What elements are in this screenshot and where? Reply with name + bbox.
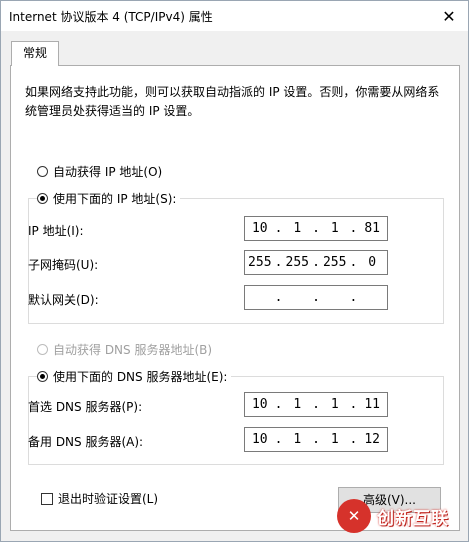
octet: 12 [364, 432, 381, 447]
octet: 1 [330, 432, 339, 447]
octet: 11 [364, 397, 381, 412]
window-title: Internet 协议版本 4 (TCP/IPv4) 属性 [9, 10, 213, 24]
dot-separator: . [349, 432, 358, 447]
octet: 1 [293, 221, 302, 236]
dot-separator: . [349, 255, 358, 270]
alternate-dns-input[interactable]: 10. 1. 1. 12 [244, 427, 388, 452]
preferred-dns-label: 首选 DNS 服务器(P): [28, 400, 143, 414]
radio-checked-icon [37, 371, 48, 382]
watermark-logo-icon: ✕ [337, 499, 371, 533]
dot-separator: . [274, 397, 283, 412]
octet: 81 [364, 221, 381, 236]
dot-separator: . [312, 290, 320, 305]
dot-separator: . [312, 221, 320, 236]
validate-on-exit-label: 退出时验证设置(L) [58, 492, 159, 506]
watermark: ✕ 创新互联 [337, 497, 465, 535]
preferred-dns-input[interactable]: 10. 1. 1. 11 [244, 392, 388, 417]
title-bar: Internet 协议版本 4 (TCP/IPv4) 属性 ✕ [1, 1, 468, 31]
default-gateway-label: 默认网关(D): [28, 293, 99, 307]
ip-address-input[interactable]: 10. 1. 1. 81 [244, 216, 388, 241]
octet: 1 [330, 397, 339, 412]
dot-separator: . [274, 221, 283, 236]
dot-separator: . [274, 255, 283, 270]
dot-separator: . [312, 432, 320, 447]
radio-icon [37, 166, 48, 177]
octet: 255 [322, 255, 347, 270]
alternate-dns-label: 备用 DNS 服务器(A): [28, 435, 144, 449]
checkbox-icon [41, 492, 53, 505]
validate-on-exit-checkbox[interactable]: 退出时验证设置(L) [41, 490, 158, 507]
manual-ip-radio[interactable]: 使用下面的 IP 地址(S): [37, 190, 181, 207]
dialog-window: Internet 协议版本 4 (TCP/IPv4) 属性 ✕ 常规 如果网络支… [0, 0, 469, 542]
auto-ip-radio[interactable]: 自动获得 IP 地址(O) [37, 163, 162, 180]
dot-separator: . [349, 397, 358, 412]
dot-separator: . [274, 432, 283, 447]
general-panel: 如果网络支持此功能，则可以获取自动指派的 IP 设置。否则，你需要从网络系统管理… [10, 65, 460, 531]
watermark-text: 创新互联 [377, 508, 449, 529]
close-icon[interactable]: ✕ [438, 5, 460, 27]
octet: 10 [251, 397, 268, 412]
octet: 255 [248, 255, 272, 270]
auto-ip-label: 自动获得 IP 地址(O) [53, 165, 163, 179]
radio-checked-icon [37, 193, 48, 204]
octet: 255 [285, 255, 309, 270]
radio-disabled-icon [37, 344, 48, 355]
octet: 1 [293, 432, 302, 447]
auto-dns-label: 自动获得 DNS 服务器地址(B) [53, 343, 213, 357]
octet: 10 [251, 432, 268, 447]
octet: 0 [368, 255, 377, 270]
dot-separator: . [274, 290, 283, 305]
manual-dns-label: 使用下面的 DNS 服务器地址(E): [53, 370, 228, 384]
ip-address-label: IP 地址(I): [28, 224, 84, 238]
subnet-mask-label: 子网掩码(U): [28, 258, 99, 272]
octet: 1 [293, 397, 302, 412]
manual-ip-label: 使用下面的 IP 地址(S): [53, 192, 177, 206]
tab-general[interactable]: 常规 [11, 41, 59, 66]
dot-separator: . [349, 221, 358, 236]
octet: 10 [251, 221, 268, 236]
dot-separator: . [349, 290, 358, 305]
octet: 1 [330, 221, 339, 236]
description-text: 如果网络支持此功能，则可以获取自动指派的 IP 设置。否则，你需要从网络系统管理… [25, 85, 440, 118]
dot-separator: . [312, 255, 320, 270]
manual-dns-radio[interactable]: 使用下面的 DNS 服务器地址(E): [37, 368, 232, 385]
dot-separator: . [312, 397, 320, 412]
subnet-mask-input[interactable]: 255. 255. 255. 0 [244, 250, 388, 275]
default-gateway-input[interactable]: . . . [244, 285, 388, 310]
auto-dns-radio: 自动获得 DNS 服务器地址(B) [37, 341, 212, 358]
